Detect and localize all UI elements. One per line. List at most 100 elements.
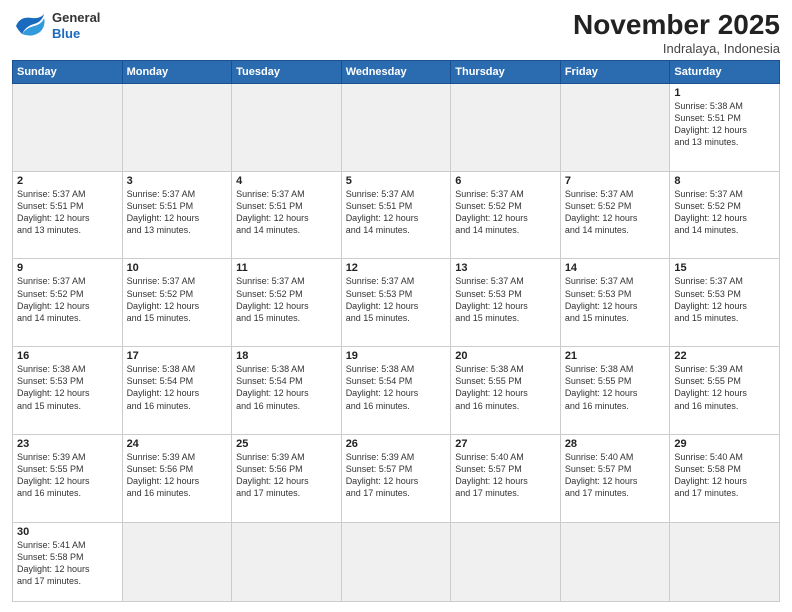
calendar-table: Sunday Monday Tuesday Wednesday Thursday… [12, 60, 780, 602]
day-info: Sunrise: 5:40 AM Sunset: 5:57 PM Dayligh… [455, 451, 556, 500]
logo-icon [12, 12, 48, 40]
col-sunday: Sunday [13, 60, 123, 83]
day-number: 21 [565, 350, 666, 362]
table-row [670, 522, 780, 601]
table-row: 21Sunrise: 5:38 AM Sunset: 5:55 PM Dayli… [560, 347, 670, 435]
day-number: 5 [346, 175, 447, 187]
calendar-week-row: 1Sunrise: 5:38 AM Sunset: 5:51 PM Daylig… [13, 83, 780, 171]
day-number: 24 [127, 438, 228, 450]
table-row: 16Sunrise: 5:38 AM Sunset: 5:53 PM Dayli… [13, 347, 123, 435]
day-info: Sunrise: 5:39 AM Sunset: 5:56 PM Dayligh… [236, 451, 337, 500]
col-wednesday: Wednesday [341, 60, 451, 83]
table-row: 3Sunrise: 5:37 AM Sunset: 5:51 PM Daylig… [122, 171, 232, 259]
day-number: 22 [674, 350, 775, 362]
title-block: November 2025 Indralaya, Indonesia [573, 10, 780, 56]
table-row: 6Sunrise: 5:37 AM Sunset: 5:52 PM Daylig… [451, 171, 561, 259]
page: General Blue November 2025 Indralaya, In… [0, 0, 792, 612]
day-info: Sunrise: 5:38 AM Sunset: 5:55 PM Dayligh… [455, 363, 556, 412]
col-monday: Monday [122, 60, 232, 83]
table-row: 23Sunrise: 5:39 AM Sunset: 5:55 PM Dayli… [13, 434, 123, 522]
day-info: Sunrise: 5:37 AM Sunset: 5:51 PM Dayligh… [17, 188, 118, 237]
table-row: 14Sunrise: 5:37 AM Sunset: 5:53 PM Dayli… [560, 259, 670, 347]
day-info: Sunrise: 5:37 AM Sunset: 5:53 PM Dayligh… [674, 275, 775, 324]
table-row: 9Sunrise: 5:37 AM Sunset: 5:52 PM Daylig… [13, 259, 123, 347]
calendar-week-row: 2Sunrise: 5:37 AM Sunset: 5:51 PM Daylig… [13, 171, 780, 259]
day-number: 20 [455, 350, 556, 362]
table-row [232, 522, 342, 601]
table-row: 15Sunrise: 5:37 AM Sunset: 5:53 PM Dayli… [670, 259, 780, 347]
table-row: 1Sunrise: 5:38 AM Sunset: 5:51 PM Daylig… [670, 83, 780, 171]
day-number: 15 [674, 262, 775, 274]
table-row: 24Sunrise: 5:39 AM Sunset: 5:56 PM Dayli… [122, 434, 232, 522]
location: Indralaya, Indonesia [573, 41, 780, 56]
table-row: 19Sunrise: 5:38 AM Sunset: 5:54 PM Dayli… [341, 347, 451, 435]
day-number: 1 [674, 87, 775, 99]
header: General Blue November 2025 Indralaya, In… [12, 10, 780, 56]
day-info: Sunrise: 5:37 AM Sunset: 5:51 PM Dayligh… [236, 188, 337, 237]
day-info: Sunrise: 5:37 AM Sunset: 5:51 PM Dayligh… [127, 188, 228, 237]
day-info: Sunrise: 5:37 AM Sunset: 5:51 PM Dayligh… [346, 188, 447, 237]
day-info: Sunrise: 5:37 AM Sunset: 5:52 PM Dayligh… [674, 188, 775, 237]
calendar-week-row: 23Sunrise: 5:39 AM Sunset: 5:55 PM Dayli… [13, 434, 780, 522]
table-row: 8Sunrise: 5:37 AM Sunset: 5:52 PM Daylig… [670, 171, 780, 259]
col-friday: Friday [560, 60, 670, 83]
day-info: Sunrise: 5:37 AM Sunset: 5:52 PM Dayligh… [565, 188, 666, 237]
table-row: 4Sunrise: 5:37 AM Sunset: 5:51 PM Daylig… [232, 171, 342, 259]
day-number: 8 [674, 175, 775, 187]
table-row: 29Sunrise: 5:40 AM Sunset: 5:58 PM Dayli… [670, 434, 780, 522]
table-row [232, 83, 342, 171]
day-info: Sunrise: 5:40 AM Sunset: 5:58 PM Dayligh… [674, 451, 775, 500]
day-number: 11 [236, 262, 337, 274]
table-row: 11Sunrise: 5:37 AM Sunset: 5:52 PM Dayli… [232, 259, 342, 347]
day-info: Sunrise: 5:38 AM Sunset: 5:51 PM Dayligh… [674, 100, 775, 149]
day-number: 28 [565, 438, 666, 450]
day-number: 2 [17, 175, 118, 187]
day-number: 10 [127, 262, 228, 274]
day-info: Sunrise: 5:39 AM Sunset: 5:57 PM Dayligh… [346, 451, 447, 500]
table-row: 13Sunrise: 5:37 AM Sunset: 5:53 PM Dayli… [451, 259, 561, 347]
day-number: 25 [236, 438, 337, 450]
day-number: 29 [674, 438, 775, 450]
table-row: 30Sunrise: 5:41 AM Sunset: 5:58 PM Dayli… [13, 522, 123, 601]
table-row: 17Sunrise: 5:38 AM Sunset: 5:54 PM Dayli… [122, 347, 232, 435]
day-number: 30 [17, 526, 118, 538]
day-number: 9 [17, 262, 118, 274]
table-row: 25Sunrise: 5:39 AM Sunset: 5:56 PM Dayli… [232, 434, 342, 522]
calendar-week-row: 9 Sunrise: 5:37 AM Sunset: 5:52 PM Daylig… [13, 259, 780, 347]
day-info: Sunrise: 5:39 AM Sunset: 5:55 PM Dayligh… [17, 451, 118, 500]
table-row: 18Sunrise: 5:38 AM Sunset: 5:54 PM Dayli… [232, 347, 342, 435]
calendar-week-row: 30Sunrise: 5:41 AM Sunset: 5:58 PM Dayli… [13, 522, 780, 601]
day-number: 27 [455, 438, 556, 450]
day-number: 13 [455, 262, 556, 274]
logo-text: General Blue [52, 10, 100, 41]
calendar-week-row: 16Sunrise: 5:38 AM Sunset: 5:53 PM Dayli… [13, 347, 780, 435]
day-info: Sunrise: 5:38 AM Sunset: 5:55 PM Dayligh… [565, 363, 666, 412]
table-row [341, 83, 451, 171]
col-tuesday: Tuesday [232, 60, 342, 83]
day-number: 7 [565, 175, 666, 187]
day-info: Sunrise: 5:38 AM Sunset: 5:54 PM Dayligh… [127, 363, 228, 412]
day-info: Sunrise: 5:37 AM Sunset: 5:52 PM Dayligh… [455, 188, 556, 237]
day-info: Sunrise: 5:37 AM Sunset: 5:52 PM Dayligh… [236, 275, 337, 324]
table-row [341, 522, 451, 601]
day-info: Sunrise: 5:39 AM Sunset: 5:56 PM Dayligh… [127, 451, 228, 500]
day-number: 17 [127, 350, 228, 362]
table-row: 22Sunrise: 5:39 AM Sunset: 5:55 PM Dayli… [670, 347, 780, 435]
table-row: 12Sunrise: 5:37 AM Sunset: 5:53 PM Dayli… [341, 259, 451, 347]
table-row: 5Sunrise: 5:37 AM Sunset: 5:51 PM Daylig… [341, 171, 451, 259]
table-row [122, 83, 232, 171]
table-row: 27Sunrise: 5:40 AM Sunset: 5:57 PM Dayli… [451, 434, 561, 522]
day-info: Sunrise: 5:37 AM Sunset: 5:52 PM Dayligh… [127, 275, 228, 324]
day-number: 6 [455, 175, 556, 187]
day-info: Sunrise: 5:38 AM Sunset: 5:53 PM Dayligh… [17, 363, 118, 412]
table-row: 20Sunrise: 5:38 AM Sunset: 5:55 PM Dayli… [451, 347, 561, 435]
table-row: 10Sunrise: 5:37 AM Sunset: 5:52 PM Dayli… [122, 259, 232, 347]
day-info: Sunrise: 5:37 AM Sunset: 5:53 PM Dayligh… [455, 275, 556, 324]
table-row [122, 522, 232, 601]
day-info: Sunrise: 5:41 AM Sunset: 5:58 PM Dayligh… [17, 539, 118, 588]
table-row [451, 83, 561, 171]
day-info: Sunrise: 5:40 AM Sunset: 5:57 PM Dayligh… [565, 451, 666, 500]
table-row: 28Sunrise: 5:40 AM Sunset: 5:57 PM Dayli… [560, 434, 670, 522]
logo: General Blue [12, 10, 100, 41]
day-number: 19 [346, 350, 447, 362]
